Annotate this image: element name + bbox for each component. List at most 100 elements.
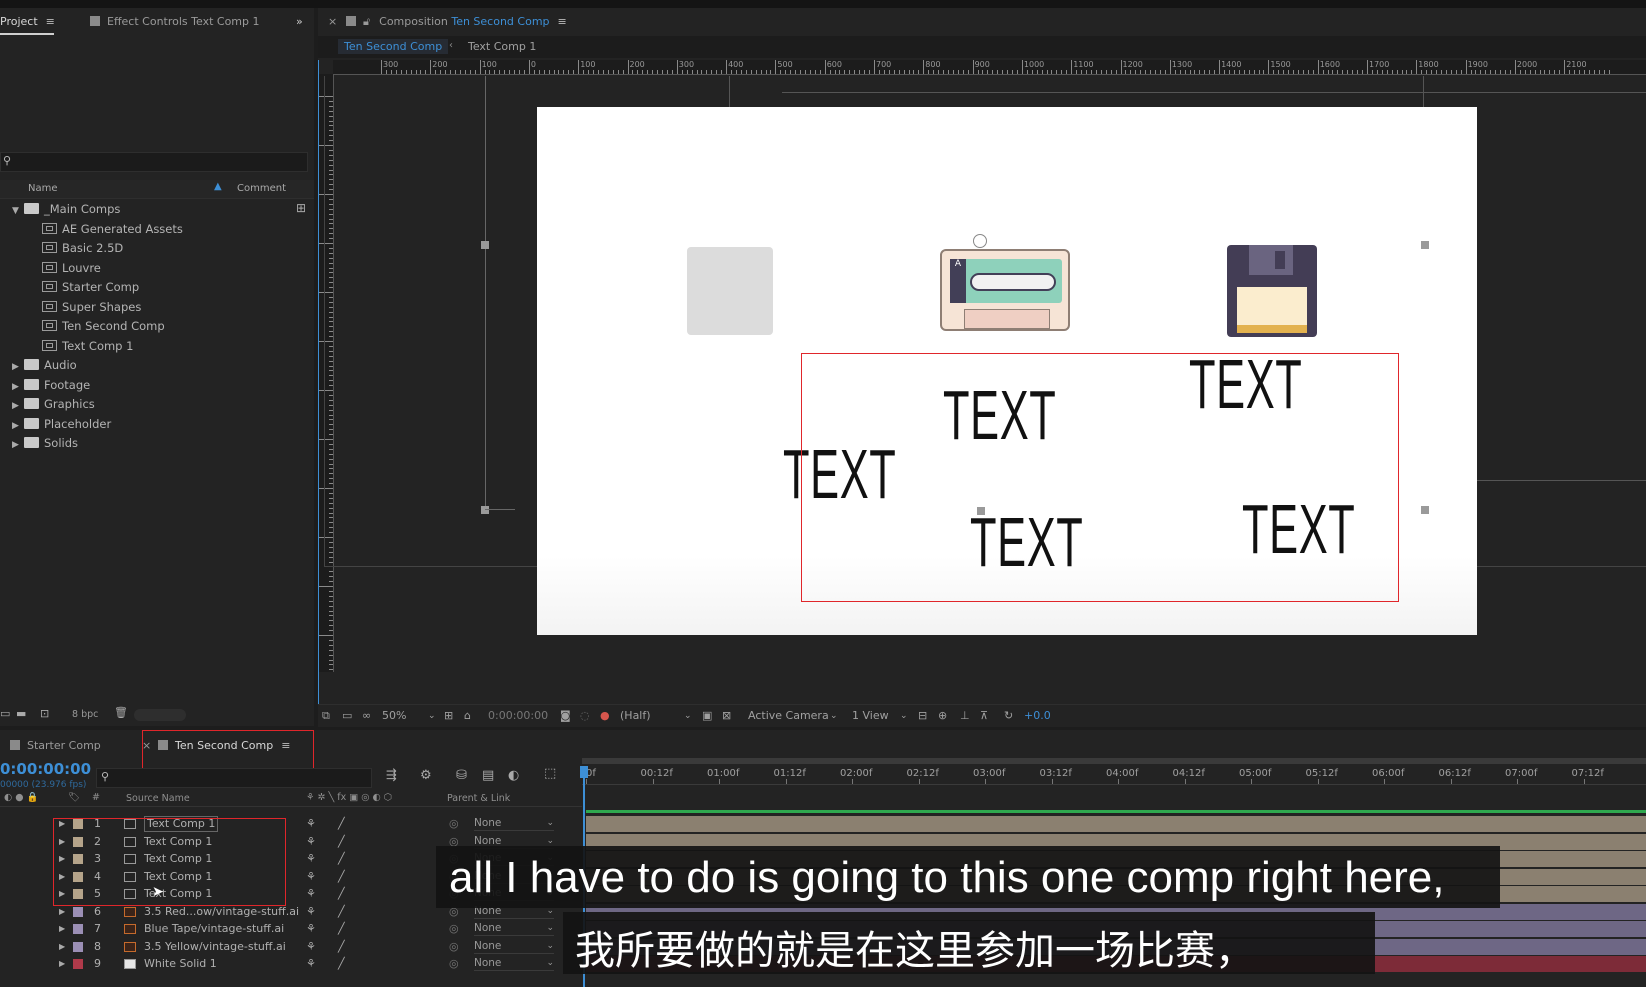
collapse-switch-icon[interactable]: ⚘ — [306, 869, 316, 885]
label-color-swatch[interactable] — [73, 906, 83, 917]
comp-tab[interactable]: 🔓︎ Composition Ten Second Comp ≡ — [346, 12, 567, 32]
panel-overflow-icon[interactable]: » — [296, 12, 303, 32]
layer-name[interactable]: 3.5 Yellow/vintage-stuff.ai — [144, 939, 286, 955]
project-folder-row[interactable]: ▶ Graphics — [12, 395, 95, 414]
project-search-input[interactable]: ⚲ — [0, 152, 308, 172]
mask-icon[interactable]: ⌂ — [464, 705, 471, 727]
transform-handle[interactable] — [1421, 506, 1429, 514]
project-comp-row[interactable]: Text Comp 1 — [42, 337, 133, 356]
chevron-down-icon[interactable]: ⌄ — [830, 705, 838, 727]
parent-pickwhip-icon[interactable]: ◎ — [449, 956, 459, 972]
parent-pickwhip-icon[interactable]: ◎ — [449, 939, 459, 955]
expand-triangle-icon[interactable]: ▶ — [12, 378, 24, 397]
layer-row[interactable]: ▶ 9 White Solid 1 ⚘ ╱ ◎ None ⌄ — [0, 956, 560, 972]
new-folder-icon[interactable]: ▬ — [16, 707, 26, 720]
quality-switch-icon[interactable]: ╱ — [338, 869, 345, 885]
comp-canvas[interactable]: A TEXT TEXT TEXT TEXT TEXT — [537, 107, 1477, 635]
project-comp-row[interactable]: Louvre — [42, 259, 101, 278]
quality-switch-icon[interactable]: ╱ — [338, 834, 345, 850]
parent-select[interactable]: None ⌄ — [474, 957, 554, 971]
tab-starter-comp[interactable]: Starter Comp — [10, 736, 101, 756]
project-folder-row[interactable]: ▼ _Main Comps — [12, 200, 120, 219]
current-timecode[interactable]: 0:00:00:00 — [0, 760, 91, 778]
parent-pickwhip-icon[interactable]: ◎ — [449, 816, 459, 832]
playhead-marker[interactable] — [580, 766, 588, 778]
label-color-swatch[interactable] — [73, 941, 83, 952]
layer-row[interactable]: ▶ 7 Blue Tape/vintage-stuff.ai ⚘ ╱ ◎ None ⌄ — [0, 921, 560, 937]
quality-switch-icon[interactable]: ╱ — [338, 939, 345, 955]
graph-editor-icon[interactable]: ⬚ — [544, 766, 556, 781]
expand-triangle-icon[interactable]: ▶ — [12, 358, 24, 377]
fast-preview-icon[interactable]: ⊕ — [938, 705, 947, 727]
time-ruler[interactable]: 0f 00:12f 01:00f 01:12f 02:00f 02:12f 03:00f 03… — [582, 766, 1646, 785]
comp-viewer[interactable]: 300 200 100 0 100 200 300 400 500 600 700 800 900 100… — [318, 60, 1646, 704]
breadcrumb-other[interactable]: Text Comp 1 — [468, 40, 536, 53]
layer-name[interactable]: White Solid 1 — [144, 956, 217, 972]
project-comp-row[interactable]: Ten Second Comp — [42, 317, 165, 336]
comp-mini-flowchart-icon[interactable]: ⇶ — [386, 768, 397, 783]
thumbnail-slider[interactable] — [134, 709, 186, 721]
collapse-switch-icon[interactable]: ⚘ — [306, 956, 316, 972]
resolution-select[interactable]: (Half) — [620, 705, 651, 727]
cassette-tape-graphic[interactable]: A — [940, 249, 1070, 331]
layer-row[interactable]: ▶ 8 3.5 Yellow/vintage-stuff.ai ⚘ ╱ ◎ None ⌄ — [0, 939, 560, 955]
floppy-disk-graphic[interactable] — [1227, 245, 1317, 337]
camera-select[interactable]: Active Camera — [748, 705, 829, 727]
quality-switch-icon[interactable]: ╱ — [338, 956, 345, 972]
quality-switch-icon[interactable]: ╱ — [338, 904, 345, 920]
collapse-switch-icon[interactable]: ⚘ — [306, 816, 316, 832]
comp-menu-icon[interactable]: ≡ — [558, 12, 567, 32]
gray-placeholder-layer[interactable] — [687, 247, 773, 335]
frame-blending-icon[interactable]: ▤ — [482, 768, 494, 783]
collapse-switch-icon[interactable]: ⚘ — [306, 886, 316, 902]
safe-margins-icon[interactable]: ⊞ — [444, 705, 453, 727]
exposure-value[interactable]: +0.0 — [1024, 705, 1051, 727]
label-color-swatch[interactable] — [73, 959, 83, 969]
lock-icon[interactable]: 🔓︎ — [363, 15, 370, 28]
col-comment[interactable]: Comment — [237, 183, 286, 194]
draft-3d-icon[interactable]: ⚙ — [420, 768, 432, 783]
region-of-interest-icon[interactable]: ▣ — [702, 705, 712, 727]
chevron-down-icon[interactable]: ⌄ — [428, 705, 436, 727]
anchor-point-icon[interactable] — [973, 234, 987, 248]
chevron-down-icon[interactable]: ⌄ — [900, 705, 908, 727]
project-folder-row[interactable]: ▶ Solids — [12, 434, 78, 453]
expand-triangle-icon[interactable]: ▶ — [59, 921, 65, 937]
expand-triangle-icon[interactable]: ▶ — [12, 397, 24, 416]
collapse-switch-icon[interactable]: ⚘ — [306, 904, 316, 920]
col-parent-link[interactable]: Parent & Link — [447, 793, 510, 804]
parent-select[interactable]: None ⌄ — [474, 817, 554, 831]
col-source-name[interactable]: Source Name — [126, 793, 190, 804]
parent-select[interactable]: None ⌄ — [474, 922, 554, 936]
motion-blur-icon[interactable]: ◐ — [508, 768, 519, 783]
project-folder-row[interactable]: ▶ Audio — [12, 356, 77, 375]
project-comp-row[interactable]: Basic 2.5D — [42, 239, 123, 258]
tab-effect-controls[interactable]: Effect Controls Text Comp 1 — [90, 12, 260, 32]
transform-handle[interactable] — [1421, 241, 1429, 249]
bpc-label[interactable]: 8 bpc — [72, 709, 98, 720]
expand-triangle-icon[interactable]: ▶ — [12, 417, 24, 436]
quality-switch-icon[interactable]: ╱ — [338, 816, 345, 832]
collapse-switch-icon[interactable]: ⚘ — [306, 834, 316, 850]
collapse-switch-icon[interactable]: ⚘ — [306, 939, 316, 955]
layer-name[interactable]: Blue Tape/vintage-stuff.ai — [144, 921, 284, 937]
view-layout-select[interactable]: 1 View — [852, 705, 889, 727]
quality-switch-icon[interactable]: ╱ — [338, 851, 345, 867]
expand-triangle-open-icon[interactable]: ▼ — [12, 202, 24, 221]
new-comp-icon[interactable]: ⊡ — [40, 707, 49, 720]
panel-menu-icon[interactable]: ≡ — [46, 12, 55, 32]
col-name[interactable]: Name — [28, 183, 58, 194]
project-folder-row[interactable]: ▶ Placeholder — [12, 415, 111, 434]
tab-project[interactable]: Project ≡ — [0, 12, 55, 32]
sort-arrow-icon[interactable]: ▲ — [214, 181, 222, 192]
transparency-grid-icon[interactable]: ⊠ — [722, 705, 731, 727]
show-snapshot-icon[interactable]: ◌ — [580, 705, 590, 727]
horizontal-ruler[interactable]: 300 200 100 0 100 200 300 400 500 600 700 800 900 100… — [333, 60, 1646, 75]
viewer-timecode[interactable]: 0:00:00:00 — [488, 705, 548, 727]
parent-select[interactable]: None ⌄ — [474, 940, 554, 954]
transform-handle[interactable] — [481, 506, 489, 514]
interpret-footage-icon[interactable]: ▭ — [0, 707, 10, 720]
trash-icon[interactable]: 🗑 — [114, 706, 128, 719]
expand-triangle-icon[interactable]: ▶ — [59, 939, 65, 955]
camera-snapshot-icon[interactable]: ◙ — [560, 705, 571, 727]
